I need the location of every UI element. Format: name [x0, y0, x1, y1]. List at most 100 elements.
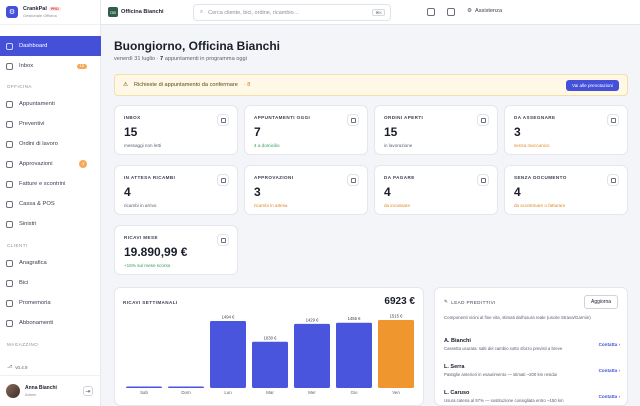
brand[interactable]: ⚙ CrankPal PRO Gestionale Officina — [0, 0, 100, 25]
shop-name[interactable]: Officina Bianchi — [121, 9, 164, 15]
book-icon[interactable] — [447, 8, 455, 16]
help-button[interactable]: ⚙ Assistenza — [467, 8, 502, 14]
kpi-card-inbox[interactable]: INBOX 15 messaggi non letti — [114, 105, 238, 155]
lead-note: Pastiglie anteriori in esaurimento — sti… — [444, 372, 558, 377]
sidebar-item-label: Appuntamenti — [19, 101, 55, 107]
card-value: 7 — [254, 125, 261, 139]
chart-value-label: 1429 € — [306, 317, 319, 322]
sidebar-item-preventivi[interactable]: Preventivi — [0, 114, 101, 134]
sidebar-item-dashboard[interactable]: Dashboard — [0, 36, 101, 56]
date-line: venerdì 31 luglio · 7 appuntamenti in pr… — [114, 56, 247, 62]
sidebar-item-inbox[interactable]: Inbox 15 — [0, 56, 101, 76]
card-subtitle: ricambi in attesa — [254, 203, 288, 208]
sidebar-item-anagrafica[interactable]: Anagrafica — [0, 253, 101, 273]
card-value: 4 — [124, 185, 131, 199]
sparkle-icon: ✎ — [444, 299, 449, 304]
predictive-leads-panel: ✎ LEAD PREDITTIVI Aggiorna Componenti vic… — [434, 287, 628, 406]
topbar: OB Officina Bianchi ⌕ Cerca cliente, bic… — [101, 0, 640, 25]
branch-icon: ⎇ — [7, 364, 13, 369]
card-label: RICAVI MESE — [124, 235, 158, 240]
search-placeholder: Cerca cliente, bici, ordine, ricambio… — [208, 9, 300, 16]
avatar — [6, 384, 20, 398]
brand-subtitle: Gestionale Officina — [23, 13, 57, 18]
sidebar-item-label: Bici — [19, 280, 29, 286]
kpi-card-monthly-revenue[interactable]: RICAVI MESE 19.890,99 € +15% sul mese sc… — [114, 225, 238, 275]
lead-item: A. Bianchi Cassetta usurata: salti del c… — [444, 338, 620, 351]
sidebar-item-appuntamenti[interactable]: Appuntamenti — [0, 94, 101, 114]
sidebar-item-fatture[interactable]: Fatture e scontrini — [0, 174, 101, 194]
calendar-icon — [347, 114, 359, 126]
sidebar-item-label: Anagrafica — [19, 260, 47, 266]
chart-value-label: 1030 € — [264, 335, 277, 340]
chart-canvas: Sab Dom Lun 1494 € Mar 1030 € Mer 1429 € Gio 1455… — [126, 314, 414, 395]
sidebar-item-bici[interactable]: Bici — [0, 273, 101, 293]
card-label: ORDINI APERTI — [384, 115, 424, 120]
chart-category-label: Ven — [392, 390, 400, 395]
alert-count: · 8 — [243, 82, 251, 88]
sidebar-item-label: Fatture e scontrini — [19, 181, 66, 187]
users-icon — [607, 114, 619, 126]
sidebar-item-ordini[interactable]: Ordini di lavoro — [0, 134, 101, 154]
card-subtitle: da incassare — [384, 203, 411, 208]
document-icon — [6, 120, 13, 128]
sidebar-item-label: Promemoria — [19, 300, 51, 306]
search-input[interactable]: ⌕ Cerca cliente, bici, ordine, ricambio…… — [193, 4, 391, 21]
alert-text: Richieste di appuntamento da confermare — [134, 82, 238, 88]
kpi-card-to-pay[interactable]: DA PAGARE 4 da incassare — [374, 165, 498, 215]
card-subtitle: da scontrinare o fatturare — [514, 203, 566, 208]
sidebar-item-cassa[interactable]: Cassa & POS — [0, 194, 101, 214]
kpi-card-appointments[interactable]: APPUNTAMENTI OGGI 7 4 a domicilio — [244, 105, 368, 155]
grid-icon — [6, 42, 13, 50]
kpi-card-open-orders[interactable]: ORDINI APERTI 15 in lavorazione — [374, 105, 498, 155]
chart-bar-ven[interactable] — [378, 320, 414, 388]
card-label: IN ATTESA RICAMBI — [124, 175, 176, 180]
go-to-bookings-button[interactable]: Vai alle prenotazioni — [565, 80, 619, 91]
sidebar-item-promemoria[interactable]: Promemoria — [0, 293, 101, 313]
lead-name: L. Caruso — [444, 390, 470, 396]
chart-category-label: Mar — [266, 390, 274, 395]
lead-name: A. Bianchi — [444, 338, 471, 344]
chart-bar-mer[interactable] — [294, 323, 330, 388]
calendar-icon[interactable] — [427, 8, 435, 16]
contact-link[interactable]: Contatta › — [599, 394, 620, 399]
page-title: Buongiorno, Officina Bianchi — [114, 39, 280, 53]
lead-item: L. Caruso Usura catena al 97% — sostituz… — [444, 390, 620, 403]
sidebar-item-label: Inbox — [19, 63, 34, 69]
refresh-button[interactable]: Aggiorna — [583, 295, 618, 309]
chart-value-label: 1455 € — [348, 316, 361, 321]
chart-bar-sab[interactable] — [126, 386, 162, 389]
app-version: ⎇ v0.4.9 — [7, 364, 28, 370]
kpi-card-awaiting-parts[interactable]: IN ATTESA RICAMBI 4 ricambi in arrivo — [114, 165, 238, 215]
contact-link[interactable]: Contatta › — [599, 368, 620, 373]
card-value: 4 — [514, 185, 521, 199]
shield-icon — [6, 220, 13, 228]
help-label: Assistenza — [475, 8, 503, 14]
leads-description: Componenti vicini al fine vita, stimati … — [444, 315, 591, 320]
sidebar-item-label: Abbonamenti — [19, 320, 54, 326]
sidebar-item-abbonamenti[interactable]: Abbonamenti — [0, 313, 101, 333]
lead-item: L. Serra Pastiglie anteriori in esaurime… — [444, 364, 620, 377]
logout-icon[interactable]: ⇥ — [83, 386, 93, 396]
chart-value-label: 1494 € — [222, 314, 235, 319]
wrench-icon — [6, 140, 13, 148]
chart-bar-lun[interactable] — [210, 320, 246, 388]
chart-bar-gio[interactable] — [336, 322, 372, 388]
sidebar-item-approvazioni[interactable]: Approvazioni 3 — [0, 154, 101, 174]
chart-value-label: 1515 € — [390, 314, 403, 319]
kpi-card-to-assign[interactable]: DA ASSEGNARE 3 senza meccanico — [504, 105, 628, 155]
chart-bar-dom[interactable] — [168, 386, 204, 389]
sidebar-item-sinistri[interactable]: Sinistri — [0, 214, 101, 234]
chart-bar-mar[interactable] — [252, 341, 288, 388]
receipt-icon — [6, 180, 13, 188]
pro-badge: PRO — [48, 7, 61, 11]
user-role: Admin — [25, 392, 37, 397]
user-profile[interactable]: Anna Bianchi Admin ⇥ — [0, 375, 101, 406]
card-subtitle: messaggi non letti — [124, 143, 162, 148]
contact-link[interactable]: Contatta › — [599, 342, 620, 347]
weekly-revenue-chart: RICAVI SETTIMANALI 6923 € Sab Dom Lun 1494 … — [114, 287, 424, 406]
kpi-card-no-document[interactable]: SENZA DOCUMENTO 4 da scontrinare o fattu… — [504, 165, 628, 215]
kpi-card-approvals[interactable]: APPROVAZIONI 3 ricambi in attesa — [244, 165, 368, 215]
gear-icon: ⚙ — [467, 8, 473, 14]
bike-icon — [6, 279, 13, 287]
search-icon: ⌕ — [200, 9, 204, 15]
